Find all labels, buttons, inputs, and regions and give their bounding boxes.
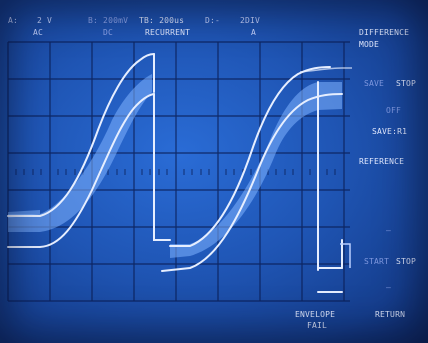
channel-a-coupling: AC <box>33 28 44 37</box>
menu-divider-2: — <box>386 283 392 292</box>
return-softkey[interactable]: RETURN <box>375 311 405 319</box>
off-indicator: OFF <box>386 106 402 115</box>
channel-a-label: A: <box>8 16 19 25</box>
sweep-mode: RECURRENT <box>145 28 191 37</box>
division-channel: A <box>251 28 257 37</box>
save-softkey[interactable]: SAVE <box>364 80 384 88</box>
channel-a-volts: 2 V <box>37 16 53 25</box>
waveform-display <box>7 41 352 302</box>
envelope-status-line2: FAIL <box>307 321 328 330</box>
reference-softkey[interactable]: REFERENCE <box>359 158 404 166</box>
display-readout: D:- <box>205 16 221 25</box>
timebase-readout: TB: 200us <box>139 16 185 25</box>
stop-softkey[interactable]: STOP <box>396 80 416 88</box>
graticule <box>7 41 350 302</box>
menu-divider-1: — <box>386 226 392 235</box>
start-softkey[interactable]: START <box>364 258 389 266</box>
envelope-band <box>8 74 342 258</box>
menu-title-line2: MODE <box>359 40 380 49</box>
menu-title-line1: DIFFERENCE <box>359 28 410 37</box>
envelope-status-line1: ENVELOPE <box>295 310 336 319</box>
oscilloscope-screen: A: 2 V AC B: 200mV DC TB: 200us D:- RECU… <box>0 0 428 343</box>
channel-b-coupling: DC <box>103 28 114 37</box>
channel-b-volts: B: 200mV <box>88 16 129 25</box>
save-r1-softkey[interactable]: SAVE:R1 <box>372 128 407 136</box>
stop2-softkey[interactable]: STOP <box>396 258 416 266</box>
division-readout: 2DIV <box>240 16 261 25</box>
